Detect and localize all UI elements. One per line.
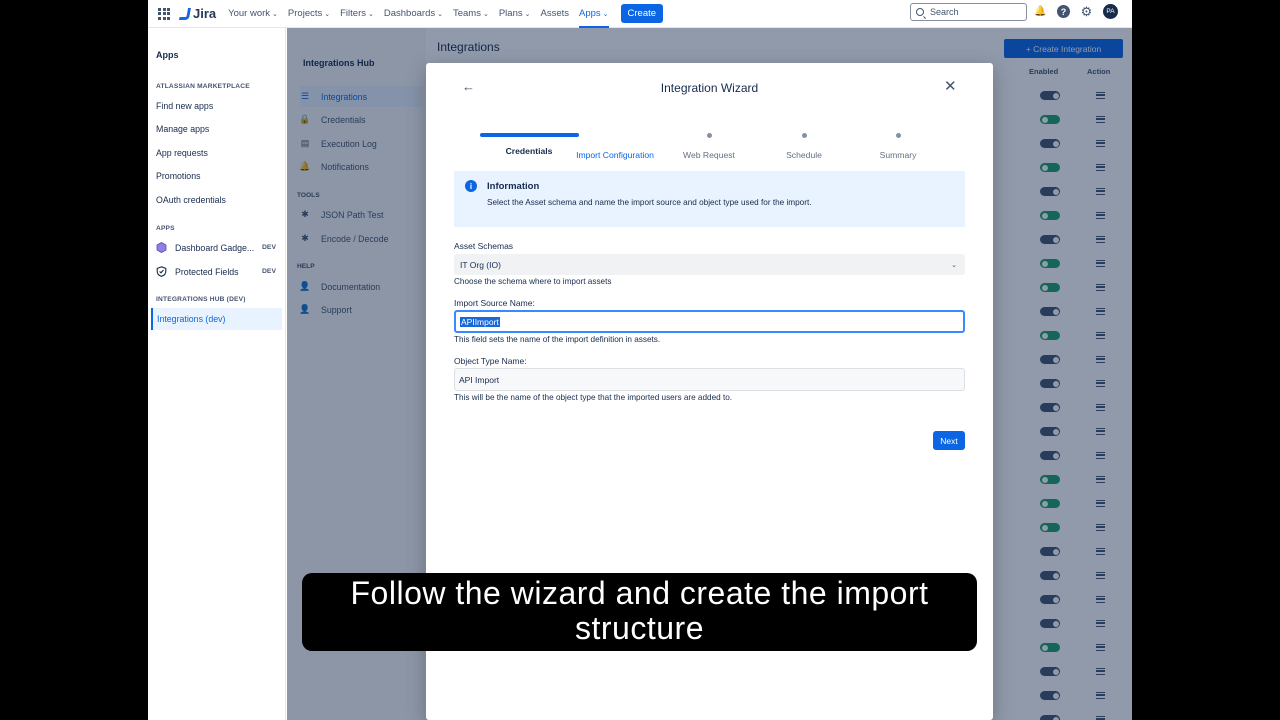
info-icon: i [465, 180, 477, 192]
sidebar-item-integrations-dev[interactable]: Integrations (dev) [151, 308, 282, 330]
dialog-title: Integration Wizard [660, 81, 759, 95]
nav-item-plans[interactable]: Plans ⌄ [499, 0, 531, 28]
search-input[interactable]: Search [910, 3, 1027, 21]
video-caption: Follow the wizard and create the import … [302, 573, 977, 651]
chevron-down-icon: ⌄ [951, 261, 957, 269]
step-dot [801, 133, 807, 138]
marketplace-heading: ATLASSIAN MARKETPLACE [156, 83, 250, 90]
chevron-down-icon: ⌄ [524, 10, 531, 18]
step-web-request[interactable]: Web Request [654, 133, 764, 160]
sidebar-app-protected-fields[interactable]: Protected Fields DEV [156, 266, 282, 277]
app-switcher-icon[interactable] [158, 7, 170, 20]
next-button[interactable]: Next [933, 431, 965, 450]
sidebar-item-manage-apps[interactable]: Manage apps [156, 124, 209, 134]
apps-sidebar: Apps ATLASSIAN MARKETPLACE Find new apps… [148, 28, 286, 720]
info-heading: Information [487, 181, 540, 192]
shield-icon [156, 266, 167, 277]
wizard-stepper: Credentials Import Configuration Web Req… [474, 133, 944, 163]
object-type-name-label: Object Type Name: [454, 356, 527, 366]
sidebar-app-dashboard-gadgets[interactable]: Dashboard Gadge... DEV [156, 242, 282, 253]
nav-item-assets[interactable]: Assets [540, 0, 569, 28]
nav-item-projects[interactable]: Projects ⌄ [288, 0, 330, 28]
sidebar-item-promotions[interactable]: Promotions [156, 171, 201, 181]
info-text: Select the Asset schema and name the imp… [487, 198, 812, 207]
settings-gear-icon[interactable]: ⚙ [1080, 4, 1093, 19]
nav-menu: Your work ⌄ Projects ⌄ Filters ⌄ Dashboards ⌄ Te… [228, 0, 618, 28]
sidebar-title: Apps [156, 50, 179, 60]
dev-badge: DEV [262, 244, 276, 251]
chevron-down-icon: ⌄ [272, 10, 278, 18]
import-source-name-help: This field sets the name of the import d… [454, 335, 661, 344]
object-type-name-help: This will be the name of the object type… [454, 393, 733, 402]
apps-heading: APPS [156, 225, 175, 232]
top-navigation: Jira Your work ⌄ Projects ⌄ Filters ⌄ Dashboar… [148, 0, 1132, 28]
create-button[interactable]: Create [620, 4, 664, 23]
nav-item-your-work[interactable]: Your work ⌄ [228, 0, 278, 28]
import-source-name-input[interactable]: APIImport [454, 310, 965, 333]
asset-schemas-select[interactable]: IT Org (IO) ⌄ [454, 254, 965, 275]
sidebar-item-oauth-credentials[interactable]: OAuth credentials [156, 195, 226, 205]
close-icon[interactable]: ✕ [944, 77, 957, 95]
search-icon [916, 8, 924, 16]
chevron-down-icon: ⌄ [324, 10, 331, 18]
chevron-down-icon: ⌄ [437, 10, 443, 18]
step-summary[interactable]: Summary [843, 133, 953, 160]
sidebar-item-app-requests[interactable]: App requests [156, 148, 208, 158]
asset-schemas-label: Asset Schemas [454, 241, 514, 251]
information-panel: i Information Select the Asset schema an… [454, 171, 965, 227]
nav-item-apps[interactable]: Apps ⌄ [579, 0, 609, 28]
notifications-icon[interactable]: 🔔 [1034, 5, 1047, 18]
step-dot [706, 133, 712, 138]
nav-item-filters[interactable]: Filters ⌄ [340, 0, 374, 28]
nav-item-dashboards[interactable]: Dashboards ⌄ [384, 0, 443, 28]
chevron-down-icon: ⌄ [482, 10, 489, 18]
jira-logo-icon [178, 8, 190, 20]
sidebar-item-find-new-apps[interactable]: Find new apps [156, 101, 213, 111]
nav-item-teams[interactable]: Teams ⌄ [453, 0, 489, 28]
hexagon-app-icon [156, 242, 167, 253]
chevron-down-icon: ⌄ [368, 10, 374, 18]
object-type-name-input[interactable]: API Import [454, 368, 965, 391]
dev-badge: DEV [262, 268, 276, 275]
step-dot [895, 133, 901, 138]
chevron-down-icon: ⌄ [602, 10, 609, 18]
help-icon[interactable]: ? [1057, 5, 1070, 18]
jira-logo[interactable]: Jira [178, 6, 216, 21]
integrations-hub-heading: INTEGRATIONS HUB (DEV) [156, 296, 246, 303]
import-source-name-label: Import Source Name: [454, 298, 535, 308]
user-avatar[interactable]: PA [1103, 4, 1118, 19]
asset-schemas-help: Choose the schema where to import assets [454, 277, 612, 286]
